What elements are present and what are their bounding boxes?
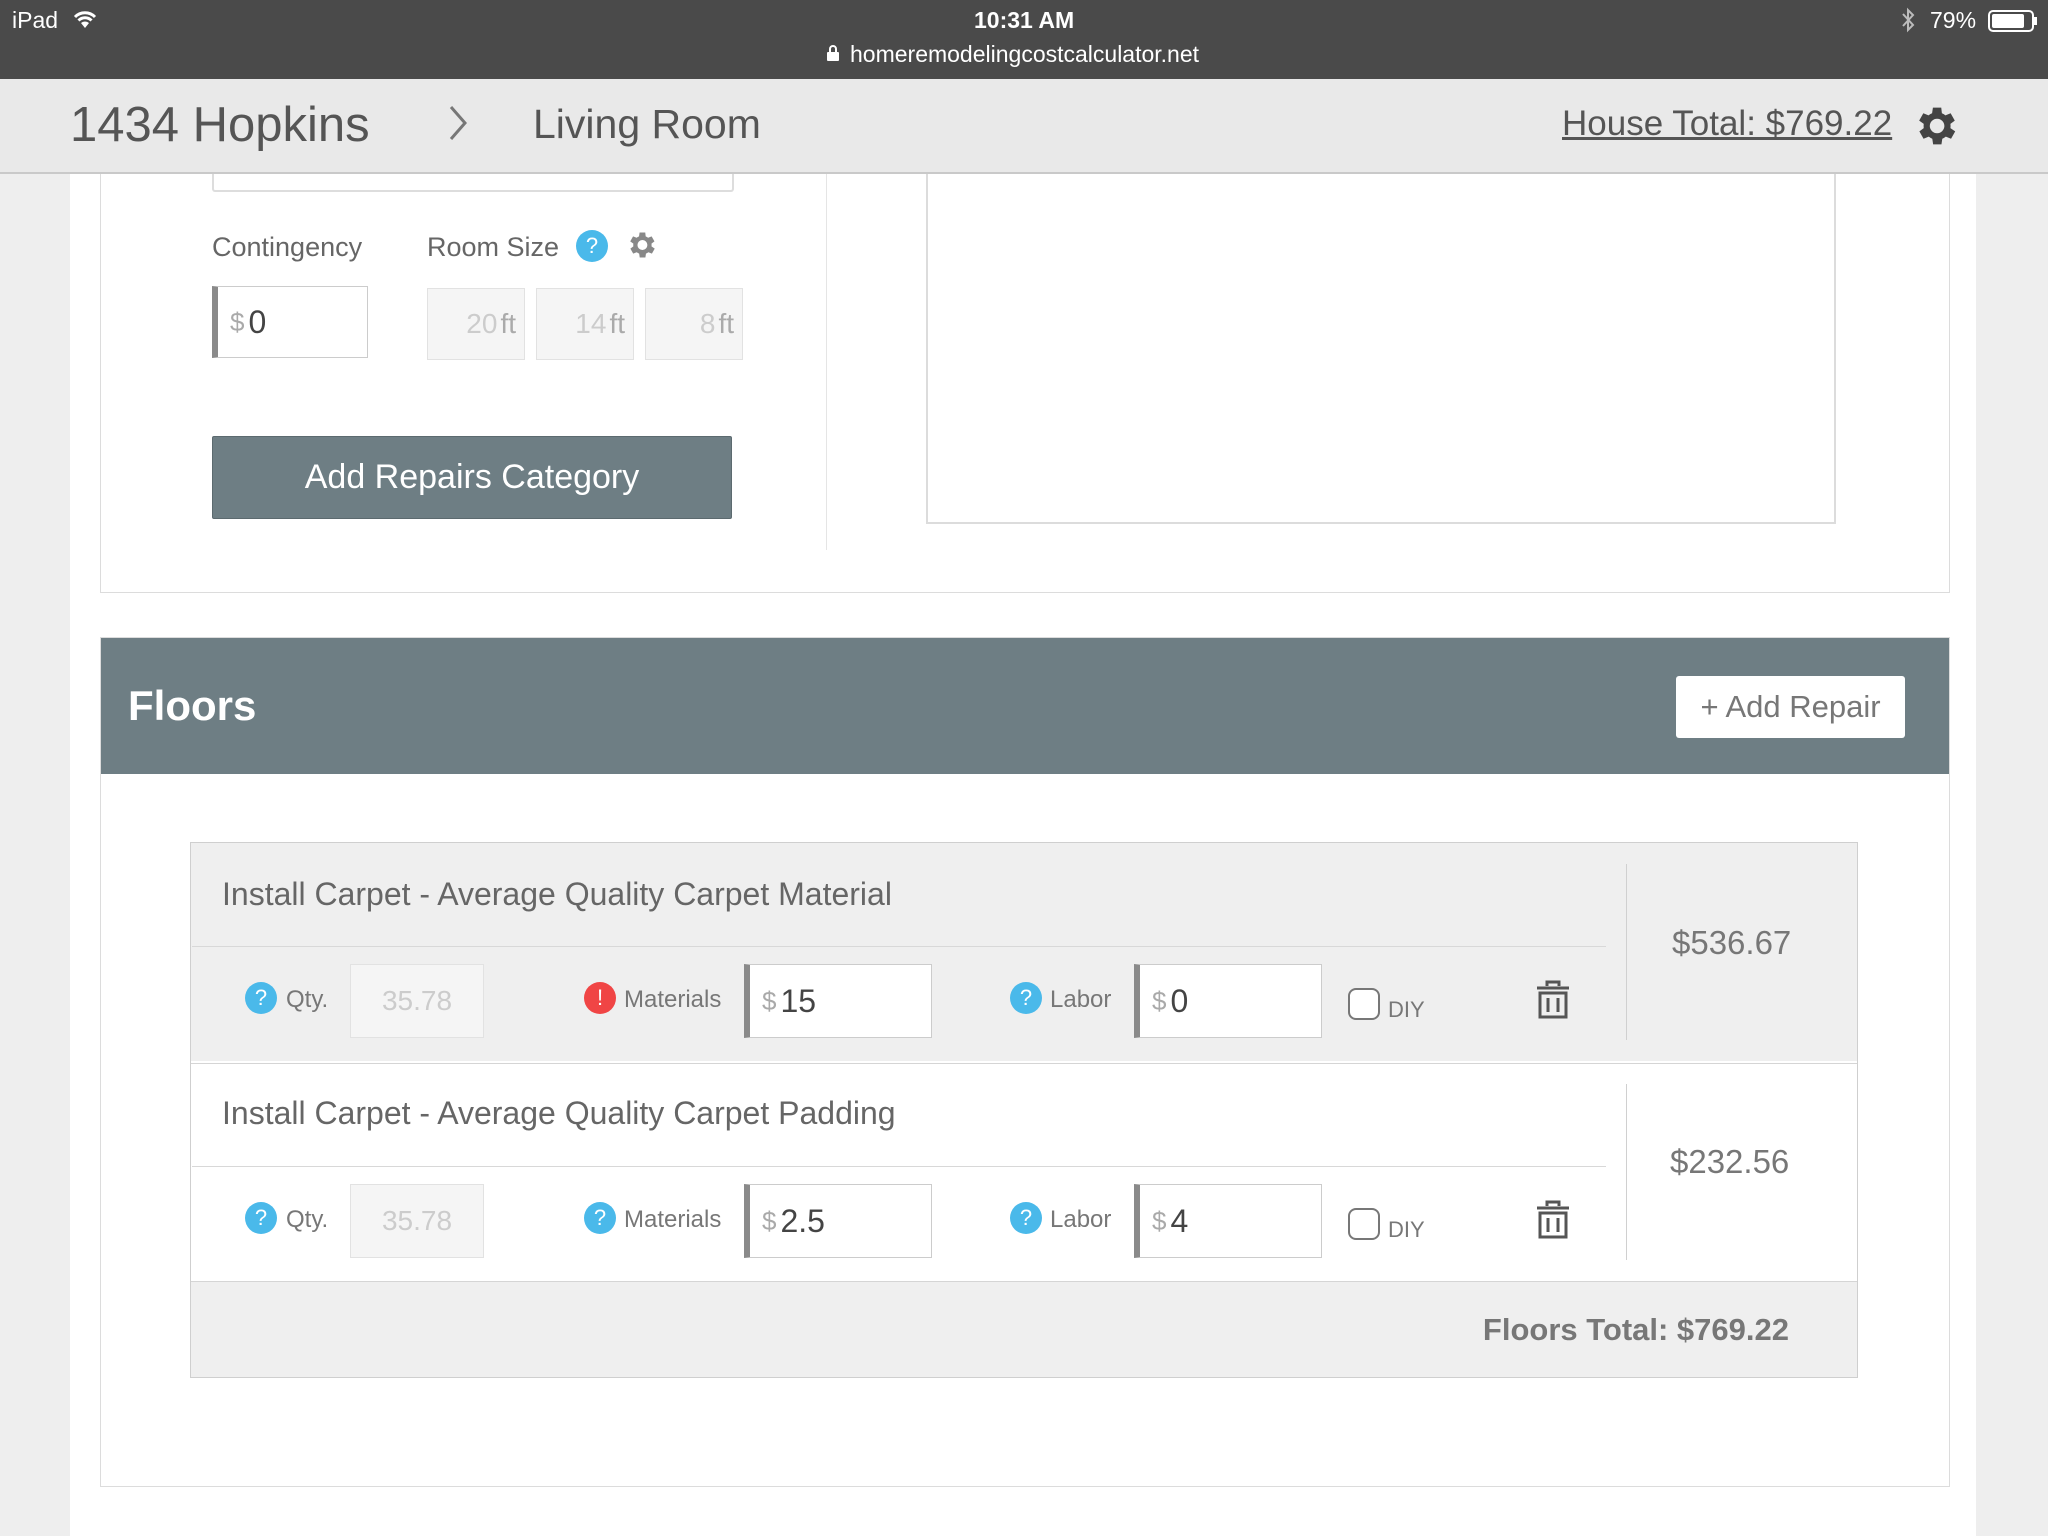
lock-icon [826,44,840,67]
room-height-input[interactable]: 8 ft [645,288,743,360]
breadcrumb-project[interactable]: 1434 Hopkins [70,97,370,153]
qty-label: Qty. [286,986,329,1013]
currency-symbol: $ [230,306,245,337]
help-icon[interactable]: ? [245,982,277,1014]
materials-input[interactable]: $2.5 [744,1184,932,1258]
repair-name: Install Carpet - Average Quality Carpet … [222,876,892,912]
wifi-icon [72,8,98,35]
labor-input[interactable]: $4 [1134,1184,1322,1258]
battery-percent: 79% [1930,7,1977,33]
status-bar: iPad 10:31 AM homeremodelingcostcalculat… [0,0,2048,79]
floors-header: Floors + Add Repair [101,638,1949,774]
materials-input[interactable]: $15 [744,964,932,1038]
trash-icon[interactable] [1534,1200,1572,1245]
device-name: iPad [12,7,59,33]
breadcrumb-room[interactable]: Living Room [533,101,761,148]
help-icon[interactable]: ? [576,230,608,262]
previous-input-edge [212,174,734,192]
room-length-input[interactable]: 20 ft [427,288,525,360]
price-divider [1626,1084,1627,1260]
contingency-value: 0 [248,303,267,340]
contingency-label: Contingency [212,232,363,262]
labor-label: Labor [1050,1206,1112,1233]
help-icon[interactable]: ? [245,1202,277,1234]
help-icon[interactable]: ? [1010,1202,1042,1234]
notes-textarea[interactable] [926,174,1836,524]
diy-checkbox[interactable] [1348,1208,1380,1240]
chevron-right-icon [448,103,468,148]
materials-label: Materials [624,986,722,1013]
diy-label: DIY [1388,997,1425,1022]
floors-total-row: Floors Total: $769.22 [191,1281,1857,1377]
trash-icon[interactable] [1534,980,1572,1025]
room-size-gear-icon[interactable] [624,228,658,267]
error-icon[interactable]: ! [584,982,616,1014]
labor-label: Labor [1050,986,1112,1013]
qty-input[interactable]: 35.78 [350,964,484,1038]
room-width-input[interactable]: 14 ft [536,288,634,360]
section-title: Floors [128,682,257,729]
settings-gear-icon[interactable] [1910,101,1960,156]
diy-label: DIY [1388,1217,1425,1242]
repair-name: Install Carpet - Average Quality Carpet … [222,1095,896,1131]
url-bar[interactable]: homeremodelingcostcalculator.net [850,41,1199,68]
qty-label: Qty. [286,1206,329,1233]
help-icon[interactable]: ? [1010,982,1042,1014]
house-total-link[interactable]: House Total: $769.22 [1562,104,1892,144]
app-header: 1434 Hopkins Living Room House Total: $7… [0,79,2048,174]
row-divider [192,946,1606,947]
help-icon[interactable]: ? [584,1202,616,1234]
repair-price: $232.56 [1670,1143,1790,1180]
row-divider [192,1166,1606,1167]
add-repair-button[interactable]: + Add Repair [1676,676,1905,738]
battery-icon [1988,10,2038,37]
bluetooth-icon [1900,7,1916,38]
floors-total: Floors Total: $769.22 [1482,1312,1789,1347]
repair-price: $536.67 [1672,924,1792,961]
materials-label: Materials [624,1206,722,1233]
labor-input[interactable]: $0 [1134,964,1322,1038]
add-repairs-category-button[interactable]: Add Repairs Category [212,436,732,519]
contingency-input[interactable]: $ 0 [212,286,368,358]
column-divider [826,174,827,550]
diy-checkbox[interactable] [1348,988,1380,1020]
room-size-label: Room Size [427,232,560,262]
clock: 10:31 AM [974,7,1075,33]
price-divider [1626,864,1627,1040]
qty-input[interactable]: 35.78 [350,1184,484,1258]
